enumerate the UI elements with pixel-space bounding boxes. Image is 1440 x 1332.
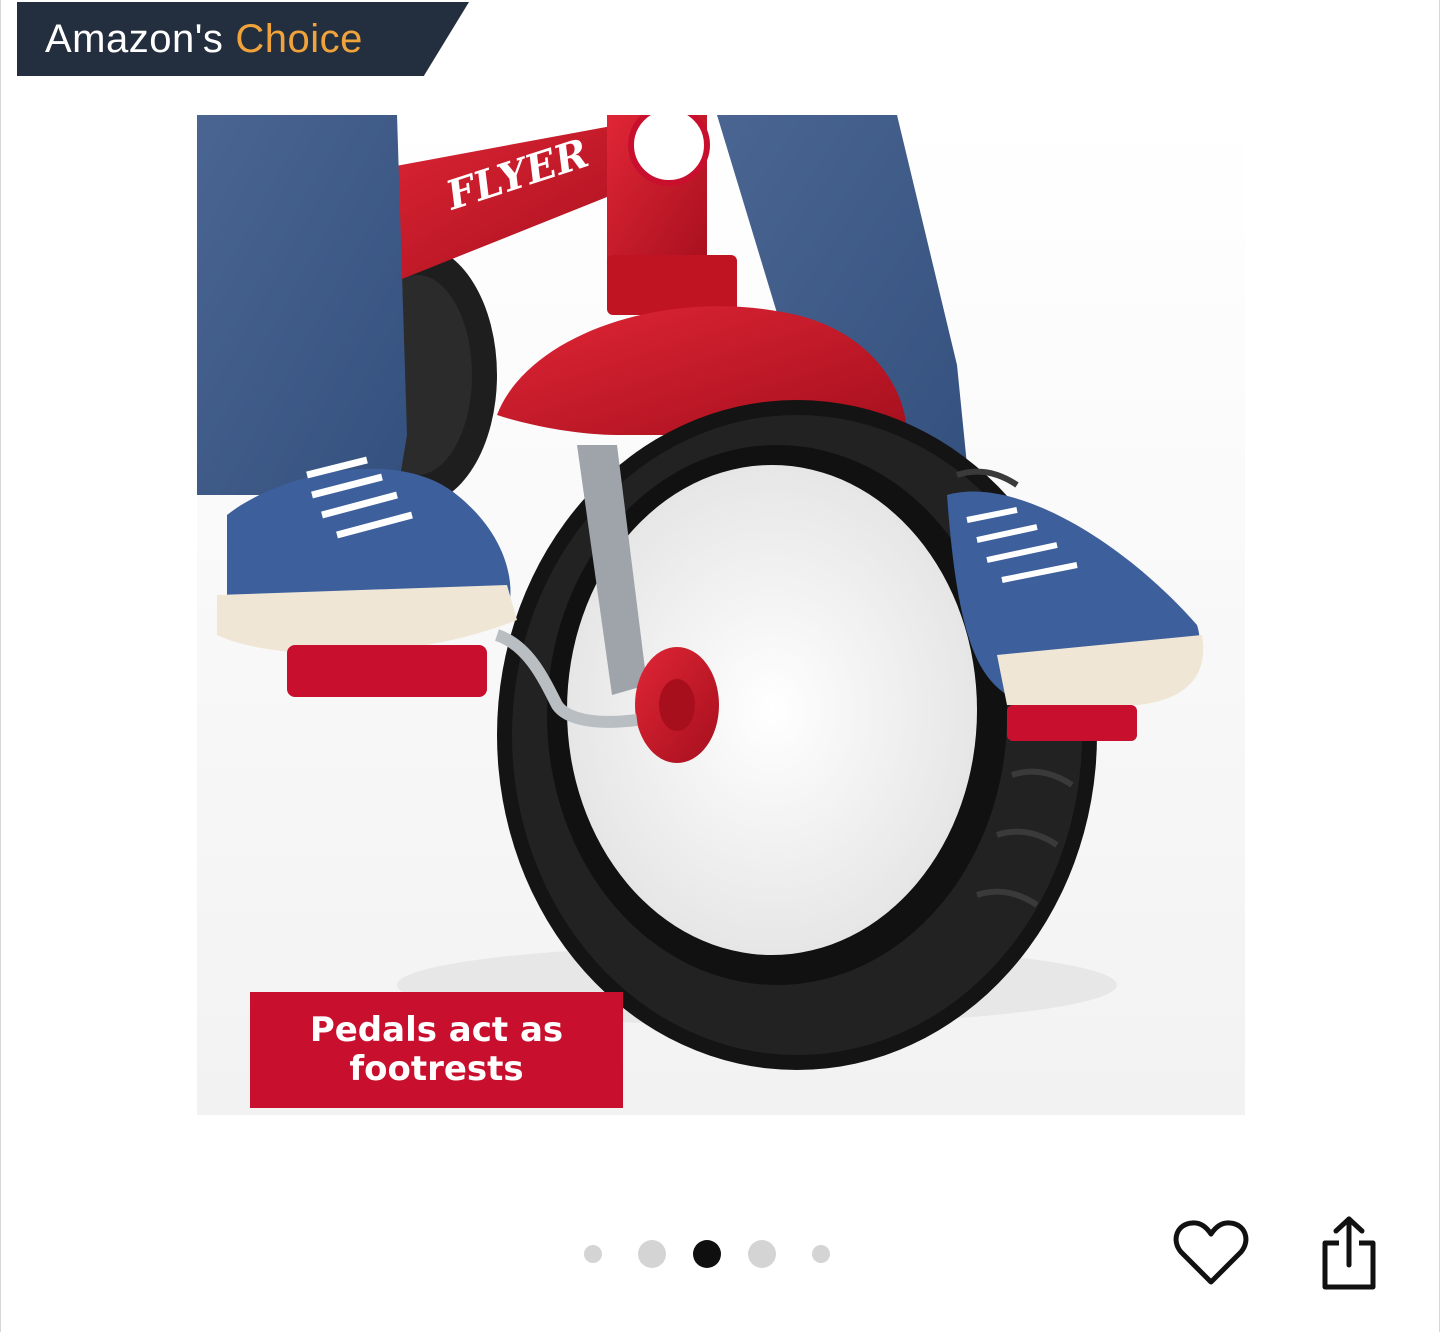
carousel-dot-2[interactable]	[638, 1240, 666, 1268]
favorite-button[interactable]	[1173, 1218, 1249, 1288]
carousel-dot-3-active[interactable]	[693, 1240, 721, 1268]
heart-icon	[1173, 1220, 1249, 1285]
feature-caption: Pedals act as footrests	[250, 992, 623, 1108]
carousel-dot-5[interactable]	[812, 1245, 830, 1263]
share-button[interactable]	[1319, 1215, 1379, 1291]
carousel-pagination	[584, 1240, 830, 1268]
caption-line-1: Pedals act as	[309, 1009, 564, 1050]
share-icon	[1322, 1216, 1376, 1290]
product-image[interactable]: FLYER	[197, 115, 1245, 1115]
amazons-choice-badge: Amazon's Choice	[17, 2, 469, 76]
carousel-dot-1[interactable]	[584, 1245, 602, 1263]
tricycle-illustration: FLYER	[197, 115, 1245, 1115]
badge-word-amazons: Amazon's	[45, 16, 224, 61]
carousel-dot-4[interactable]	[748, 1240, 776, 1268]
badge-word-choice: Choice	[235, 16, 363, 61]
product-page: Amazon's Choice FLYER Pedals act as foot…	[0, 0, 1440, 1332]
caption-line-2: footrests	[349, 1049, 524, 1089]
